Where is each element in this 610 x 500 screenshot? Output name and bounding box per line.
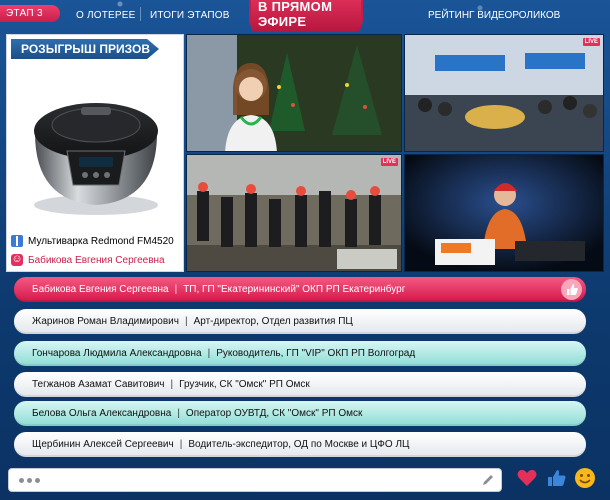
gift-icon (11, 235, 23, 247)
participant-info: Руководитель, ГП "VIP" ОКП РП Волгоград (216, 348, 416, 359)
live-indicator: LIVE (582, 38, 600, 46)
live-indicator: LIVE (380, 158, 398, 166)
participant-name: Жаринов Роман Владимирович (32, 316, 179, 327)
prize-box: РОЗЫГРЫШ ПРИЗОВ Мультиварка Redmond FM45… (6, 34, 184, 272)
separator: | (179, 439, 183, 450)
list-item[interactable]: Щербинин Алексей Сергеевич | Водитель-эк… (14, 432, 586, 457)
separator: | (174, 284, 178, 295)
participant-info: Арт-директор, Отдел развития ПЦ (193, 316, 353, 327)
main-panel: РОЗЫГРЫШ ПРИЗОВ Мультиварка Redmond FM45… (6, 34, 604, 272)
nav-rating[interactable]: РЕЙТИНГ ВИДЕОРОЛИКОВ (428, 10, 560, 21)
host-camera[interactable] (186, 34, 402, 152)
office-camera-feed (405, 35, 603, 151)
multicooker-image (34, 103, 158, 215)
thumbs-up-icon[interactable] (546, 467, 568, 489)
nav-about[interactable]: О ЛОТЕРЕЕ (76, 10, 136, 21)
list-item[interactable]: Гончарова Людмила Александровна | Руково… (14, 341, 586, 366)
list-item[interactable]: Тегжанов Азамат Савитович | Грузчик, СК … (14, 372, 586, 397)
separator: | (177, 408, 180, 419)
party-camera[interactable]: LIVE (186, 154, 402, 272)
separator: | (184, 316, 188, 327)
smile-icon (11, 252, 23, 266)
separator: | (170, 379, 174, 390)
office-camera[interactable]: LIVE (404, 34, 604, 152)
list-item[interactable]: Белова Ольга Александровна | Оператор ОУ… (14, 401, 586, 426)
participant-info: Водитель-экспедитор, ОД по Москве и ЦФО … (188, 439, 410, 450)
prize-item-line: Мультиварка Redmond FM4520 (11, 235, 174, 247)
smile-icon[interactable] (574, 467, 596, 489)
list-item[interactable]: Жаринов Роман Владимирович | Арт-директо… (14, 309, 586, 334)
stage-tab[interactable]: ЭТАП 3 (0, 5, 60, 22)
host-camera-feed (187, 35, 401, 151)
dj-camera[interactable] (404, 154, 604, 272)
prize-winner-line: Бабикова Евгения Сергеевна (11, 252, 165, 266)
participant-info: ТП, ГП "Екатерининский" ОКП РП Екатеринб… (183, 284, 406, 295)
separator: | (207, 348, 211, 359)
prize-winner: Бабикова Евгения Сергеевна (28, 254, 165, 266)
participant-name: Белова Ольга Александровна (32, 408, 172, 419)
live-tab[interactable]: В ПРЯМОМ ЭФИРЕ (249, 0, 363, 32)
pencil-icon[interactable] (481, 473, 495, 487)
top-navigation: ЭТАП 3 О ЛОТЕРЕЕ ИТОГИ ЭТАПОВ В ПРЯМОМ Э… (0, 0, 610, 32)
party-camera-feed (187, 155, 401, 271)
heart-icon[interactable] (516, 467, 538, 489)
prize-title: РОЗЫГРЫШ ПРИЗОВ (11, 39, 159, 59)
participant-name: Тегжанов Азамат Савитович (32, 379, 165, 390)
nav-separator (140, 7, 141, 21)
participant-info: Грузчик, СК "Омск" РП Омск (179, 379, 310, 390)
list-item[interactable]: Бабикова Евгения Сергеевна | ТП, ГП "Ека… (14, 277, 586, 302)
participant-name: Щербинин Алексей Сергеевич (32, 439, 174, 450)
prize-item: Мультиварка Redmond FM4520 (28, 235, 174, 247)
participant-name: Бабикова Евгения Сергеевна (32, 284, 169, 295)
dj-camera-feed (405, 155, 603, 271)
more-dots-icon[interactable] (19, 478, 40, 483)
participant-info: Оператор ОУВТД, СК "Омск" РП Омск (185, 408, 363, 419)
live-tab-label: В ПРЯМОМ ЭФИРЕ (251, 0, 361, 32)
participant-name: Гончарова Людмила Александровна (32, 348, 202, 359)
comment-input[interactable] (8, 468, 502, 492)
thumbs-up-icon[interactable] (561, 279, 582, 300)
nav-results[interactable]: ИТОГИ ЭТАПОВ (150, 10, 230, 21)
